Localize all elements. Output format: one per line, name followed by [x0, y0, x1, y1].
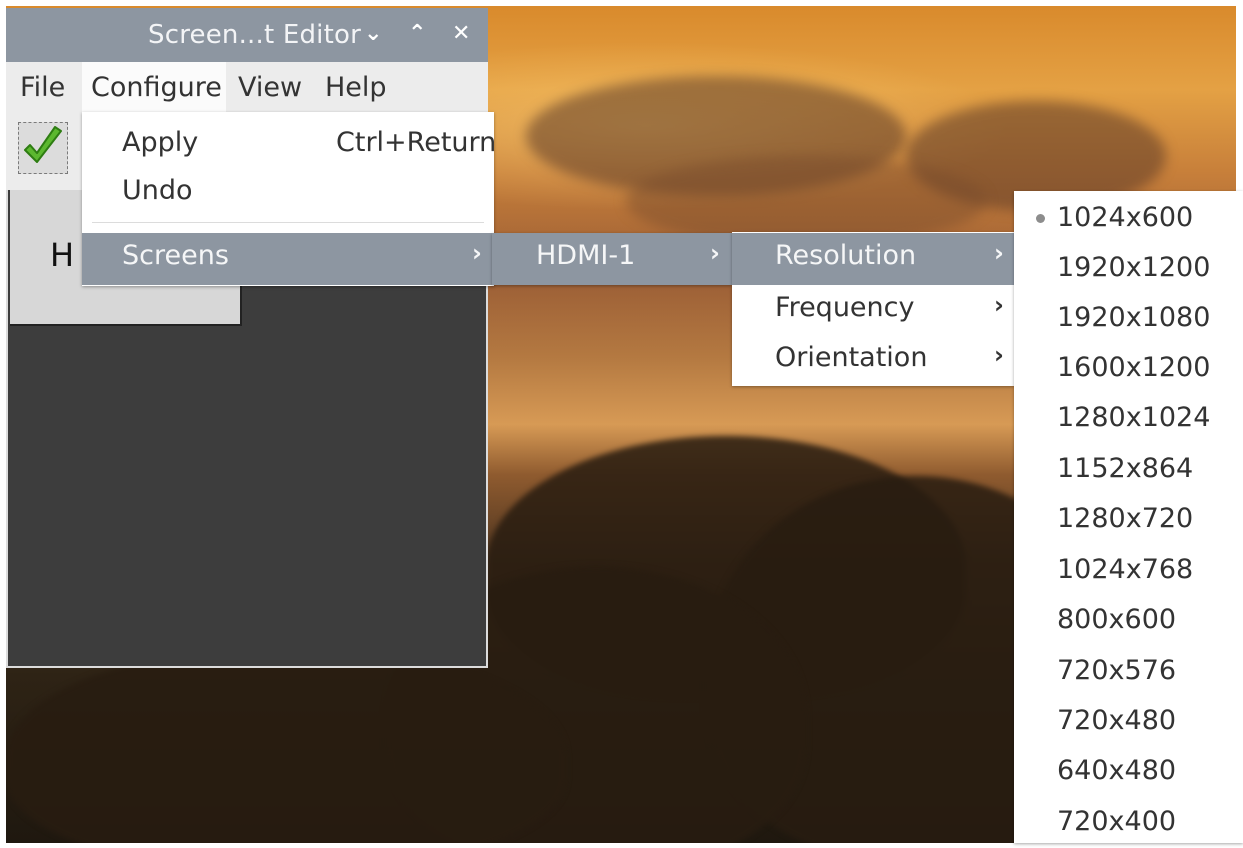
chevron-right-icon: ›	[710, 239, 720, 267]
resolution-option[interactable]: 1280x1024	[1014, 394, 1243, 444]
resolution-option[interactable]: 1280x720	[1014, 495, 1243, 545]
menu-item-orientation[interactable]: Orientation ›	[732, 335, 1014, 385]
title-bar[interactable]: Screen...t Editor ⌄ ⌃ ✕	[6, 8, 488, 62]
menu-item-hdmi-1[interactable]: HDMI-1 ›	[492, 233, 732, 285]
menu-item-frequency[interactable]: Frequency ›	[732, 285, 1014, 335]
resolution-label: 1152x864	[1057, 453, 1194, 484]
orientation-label: Orientation	[775, 342, 928, 373]
resolution-option[interactable]: 1920x1200	[1014, 244, 1243, 294]
resolution-option[interactable]: 720x480	[1014, 697, 1243, 747]
configure-menu: Apply Ctrl+Return Undo Screens ›	[82, 112, 497, 286]
resolution-option[interactable]: 1024x600	[1014, 194, 1243, 244]
hdmi-1-submenu: Resolution › Frequency › Orientation ›	[732, 232, 1014, 386]
frequency-label: Frequency	[775, 292, 915, 323]
chevron-right-icon: ›	[994, 341, 1004, 369]
resolution-submenu: 1024x600 1920x1200 1920x1080 1600x1200 1…	[1014, 191, 1243, 843]
resolution-option[interactable]: 1024x768	[1014, 546, 1243, 596]
screen-layout-editor-window: Screen...t Editor ⌄ ⌃ ✕ File Configure V…	[6, 8, 488, 668]
resolution-label: 720x480	[1057, 705, 1177, 736]
apply-shortcut: Ctrl+Return	[336, 127, 497, 158]
chevron-right-icon: ›	[994, 291, 1004, 319]
chevron-right-icon: ›	[472, 239, 482, 267]
radio-selected-icon	[1036, 214, 1045, 223]
menu-item-screens[interactable]: Screens ›	[82, 233, 494, 285]
resolution-label: 1280x1024	[1057, 402, 1211, 433]
menu-help[interactable]: Help	[325, 72, 387, 103]
resolution-option[interactable]: 640x480	[1014, 747, 1243, 797]
resolution-label: 1600x1200	[1057, 352, 1211, 383]
resolution-label: 1920x1200	[1057, 252, 1211, 283]
resolution-label: Resolution	[775, 240, 917, 271]
undo-label: Undo	[122, 175, 193, 206]
menu-view[interactable]: View	[238, 72, 302, 103]
resolution-label: 640x480	[1057, 755, 1177, 786]
minimize-icon[interactable]: ⌄	[364, 21, 382, 47]
resolution-option[interactable]: 1152x864	[1014, 445, 1243, 495]
resolution-label: 800x600	[1057, 604, 1177, 635]
menu-item-resolution[interactable]: Resolution ›	[732, 233, 1014, 285]
resolution-label: 720x576	[1057, 655, 1177, 686]
hdmi-1-label: HDMI-1	[536, 240, 636, 271]
apply-label: Apply	[122, 127, 199, 158]
checkmark-icon	[24, 126, 62, 163]
resolution-option[interactable]: 800x600	[1014, 596, 1243, 646]
resolution-label: 1024x768	[1057, 554, 1194, 585]
menu-item-apply[interactable]: Apply Ctrl+Return	[82, 120, 497, 170]
menu-configure[interactable]: Configure	[91, 72, 222, 103]
menu-separator	[92, 222, 484, 223]
resolution-label: 1280x720	[1057, 503, 1194, 534]
apply-toolbar-button[interactable]	[18, 122, 68, 174]
resolution-option[interactable]: 1600x1200	[1014, 344, 1243, 394]
screens-label: Screens	[122, 240, 229, 271]
resolution-label: 720x400	[1057, 806, 1177, 837]
close-icon[interactable]: ✕	[452, 21, 470, 47]
resolution-option[interactable]: 720x400	[1014, 798, 1243, 848]
chevron-right-icon: ›	[994, 239, 1004, 267]
screens-submenu: HDMI-1 ›	[492, 233, 732, 285]
menu-bar: File Configure View Help	[6, 62, 488, 112]
menu-file[interactable]: File	[20, 72, 65, 103]
menu-item-undo[interactable]: Undo	[82, 168, 494, 218]
resolution-option[interactable]: 1920x1080	[1014, 294, 1243, 344]
resolution-label: 1920x1080	[1057, 302, 1211, 333]
monitor-label: H	[50, 236, 75, 274]
maximize-icon[interactable]: ⌃	[408, 21, 426, 47]
resolution-label: 1024x600	[1057, 202, 1194, 233]
window-title: Screen...t Editor	[148, 20, 361, 50]
resolution-option[interactable]: 720x576	[1014, 647, 1243, 697]
